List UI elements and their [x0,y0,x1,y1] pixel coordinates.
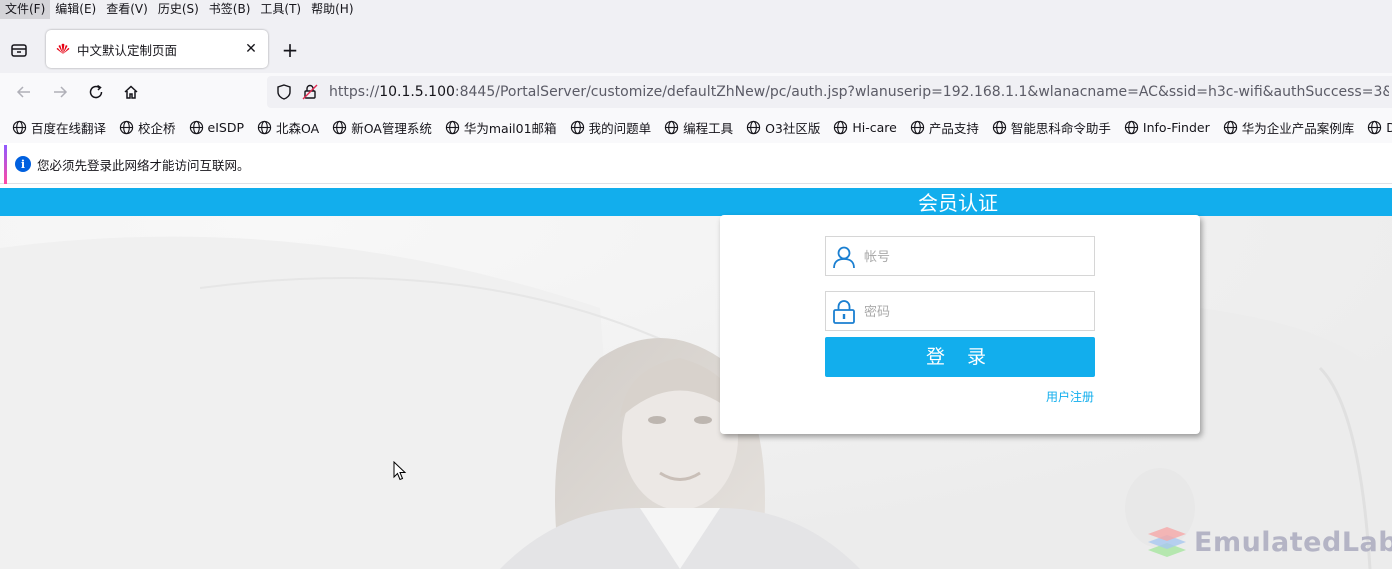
bookmark-item[interactable]: 华为mail01邮箱 [445,118,557,137]
bookmark-label: DemoCl [1386,119,1392,135]
url-text[interactable]: https://10.1.5.100:8445/PortalServer/cus… [329,76,1389,108]
bookmark-label: 编程工具 [683,120,734,136]
bookmark-item[interactable]: 新OA管理系统 [332,118,432,137]
url-host: 10.1.5.100 [379,84,455,100]
globe-icon [664,120,679,134]
bookmark-item[interactable]: 百度在线翻译 [12,118,106,137]
arrow-right-icon [54,86,68,98]
bookmark-label: eISDP [207,119,245,135]
huawei-logo-icon [55,41,71,57]
globe-icon [257,120,272,134]
tab-strip: 中文默认定制页面 ✕ + [0,19,1392,73]
info-icon: i [15,156,31,172]
bookmark-item[interactable]: 我的问题单 [570,118,652,137]
globe-icon [834,120,848,134]
globe-icon [1223,120,1237,134]
notification-message: 您必须先登录此网络才能访问互联网。 [37,157,250,173]
address-bar[interactable]: https://10.1.5.100:8445/PortalServer/cus… [267,76,1392,108]
forward-button[interactable] [49,81,71,103]
reload-button[interactable] [85,81,107,103]
bookmark-label: 我的问题单 [588,120,652,136]
home-button[interactable] [120,81,142,103]
bookmark-item[interactable]: 智能思科命令助手 [992,118,1111,137]
bookmark-item[interactable]: 华为企业产品案例库 [1223,118,1355,137]
menu-edit[interactable]: 编辑(E) [50,0,101,19]
tab-list-icon [11,44,27,57]
bookmark-label: 新OA管理系统 [351,120,432,136]
login-card: 登 录 用户注册 [720,215,1200,434]
bookmark-label: Hi-care [852,119,897,135]
watermark: EmulatedLab [1146,525,1392,559]
bookmark-item[interactable]: 校企桥 [119,118,176,137]
bookmark-label: 校企桥 [138,120,176,136]
captive-portal-notification: i 您必须先登录此网络才能访问互联网。 [0,145,1392,184]
bookmark-label: 智能思科命令助手 [1010,120,1111,136]
portal-page: 会员认证 登 录 用户注册 EmulatedLab [0,188,1392,569]
lock-icon [833,300,855,324]
globe-icon [570,120,584,134]
portal-header-bar [0,188,1392,216]
close-tab-icon[interactable]: ✕ [242,40,260,58]
globe-icon [189,120,203,134]
login-button[interactable]: 登 录 [825,337,1095,377]
menu-bookmarks[interactable]: 书签(B) [204,0,256,19]
tracking-shield-icon[interactable] [275,83,293,104]
globe-icon [1368,120,1382,134]
bookmark-label: 百度在线翻译 [31,120,107,136]
layers-logo-icon [1148,527,1186,557]
menu-view[interactable]: 查看(V) [101,0,153,19]
new-tab-button[interactable]: + [280,40,300,60]
tab-title: 中文默认定制页面 [77,42,178,58]
password-input[interactable] [864,292,1089,330]
bookmark-label: 华为企业产品案例库 [1241,120,1355,136]
reload-icon [89,84,103,99]
insecure-lock-icon[interactable] [301,83,319,104]
globe-icon [992,120,1007,134]
globe-icon [12,120,27,134]
navigation-bar: https://10.1.5.100:8445/PortalServer/cus… [0,73,1392,111]
menu-help[interactable]: 帮助(H) [306,0,358,19]
bookmark-label: 产品支持 [928,120,979,136]
list-all-tabs-button[interactable] [8,39,30,61]
tab-active[interactable]: 中文默认定制页面 ✕ [46,30,268,68]
globe-icon [746,120,761,134]
register-link[interactable]: 用户注册 [1046,388,1094,405]
url-path: :8445/PortalServer/customize/defaultZhNe… [454,84,1389,100]
bookmark-item[interactable]: Hi-care [833,119,897,135]
bookmark-item[interactable]: 编程工具 [664,118,733,137]
back-button[interactable] [13,81,35,103]
globe-icon [445,120,460,134]
url-prefix: https:// [329,84,380,100]
bookmarks-toolbar: 百度在线翻译 校企桥 eISDP 北森OA 新OA管理系统 华为mail01邮箱 我的问题单… [0,111,1392,143]
user-icon [833,246,855,269]
bookmark-label: O3社区版 [765,120,821,136]
account-field[interactable] [825,236,1095,276]
bookmark-item[interactable]: DemoCl [1367,120,1392,135]
account-input[interactable] [864,237,1089,275]
mouse-cursor-icon [393,461,407,481]
menu-tools[interactable]: 工具(T) [255,0,306,19]
bookmark-label: 华为mail01邮箱 [463,120,557,136]
bookmark-item[interactable]: 产品支持 [910,118,979,137]
globe-icon [333,120,347,134]
bookmark-label: 北森OA [276,120,320,136]
watermark-text: EmulatedLab [1194,526,1392,558]
arrow-left-icon [16,86,30,98]
bookmark-item[interactable]: eISDP [189,120,244,135]
bookmark-label: Info-Finder [1142,119,1210,135]
portal-header-title: 会员认证 [918,191,998,215]
menu-history[interactable]: 历史(S) [153,0,204,19]
bookmark-item[interactable]: Info-Finder [1124,120,1210,135]
globe-icon [119,120,134,134]
bookmark-item[interactable]: O3社区版 [746,118,820,137]
home-icon [124,85,138,99]
password-field[interactable] [825,291,1095,331]
globe-icon [910,120,925,134]
bookmark-item[interactable]: 北森OA [257,118,319,137]
menu-file[interactable]: 文件(F) [0,0,51,19]
globe-icon [1124,120,1139,134]
menu-bar: 文件(F) 编辑(E) 查看(V) 历史(S) 书签(B) 工具(T) 帮助(H… [0,0,1392,19]
